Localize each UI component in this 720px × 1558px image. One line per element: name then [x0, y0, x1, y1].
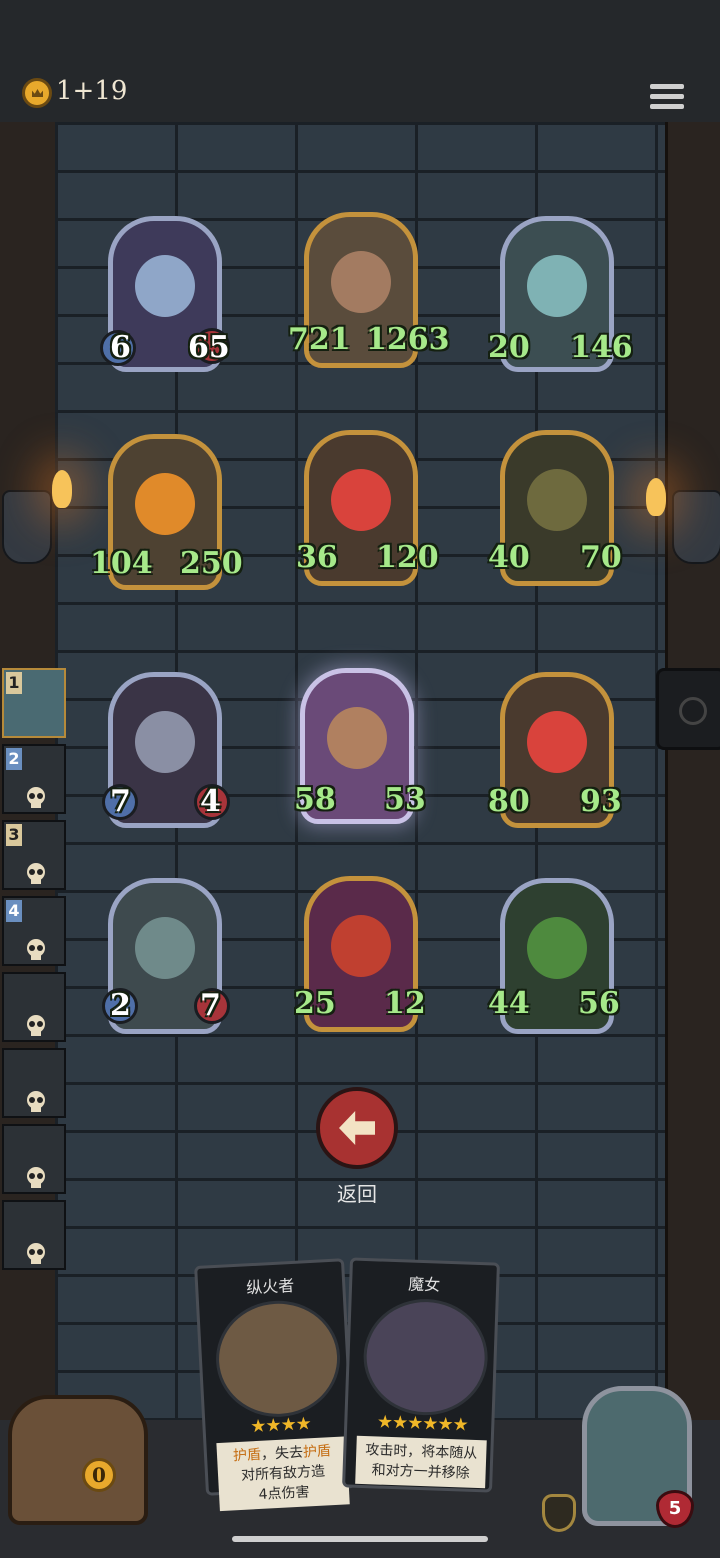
hand-card-art — [213, 1297, 344, 1420]
opponent-slot-1[interactable]: 1 — [2, 668, 66, 738]
player-attack: 25 — [294, 986, 336, 1021]
opponent-slot-2[interactable]: 2 — [2, 744, 66, 814]
opponent-slot-4[interactable]: 4 — [2, 896, 66, 966]
home-indicator[interactable] — [232, 1536, 488, 1542]
player-attack: 80 — [488, 784, 530, 819]
opponent-rank: 1 — [6, 672, 22, 694]
back-button-label: 返回 — [337, 1182, 377, 1206]
opponent-slot-8[interactable] — [2, 1200, 66, 1270]
enemy-attack: 20 — [488, 330, 530, 365]
torch-flame-icon — [646, 478, 666, 516]
player-health: 53 — [384, 782, 426, 817]
opponent-slot-3[interactable]: 3 — [2, 820, 66, 890]
enemy-health: 146 — [570, 330, 633, 365]
skull-icon — [27, 1091, 45, 1112]
hand-card-stars: ★★★★ — [249, 1413, 312, 1438]
enemy-attack: 36 — [296, 540, 338, 575]
player-attack: 7 — [110, 784, 131, 819]
opponent-slot-5[interactable] — [2, 972, 66, 1042]
player-health: 56 — [578, 986, 620, 1021]
hand-card[interactable]: 纵火者 ★★★★ 护盾，失去护盾 对所有敌方造 4点伤害 — [194, 1258, 356, 1512]
enemy-health: 250 — [180, 546, 243, 581]
torch-flame-icon — [52, 470, 72, 508]
enemy-attack: 721 — [288, 322, 351, 357]
coin-chest-icon[interactable] — [8, 1395, 148, 1525]
skull-icon — [27, 863, 45, 884]
enemy-attack: 40 — [488, 540, 530, 575]
hand-card-art — [361, 1297, 490, 1418]
hamburger-menu-icon[interactable] — [650, 84, 684, 116]
opponent-rank: 3 — [6, 824, 22, 846]
opponent-slot-6[interactable] — [2, 1048, 66, 1118]
skull-icon — [27, 939, 45, 960]
right-pillar — [665, 122, 720, 1422]
hand-card-description: 攻击时，将本随从 和对方一并移除 — [355, 1435, 487, 1489]
player-health: 93 — [580, 784, 622, 819]
right-sconce — [672, 490, 720, 564]
enemy-health: 1263 — [366, 322, 450, 357]
back-button[interactable] — [316, 1087, 398, 1169]
hero-power-icon[interactable] — [542, 1494, 576, 1532]
hand-card-name: 纵火者 — [245, 1275, 295, 1298]
player-health: 4 — [200, 784, 221, 819]
hand-card[interactable]: 魔女 ★★★★★★ 攻击时，将本随从 和对方一并移除 — [342, 1257, 500, 1493]
left-sconce — [2, 490, 52, 564]
hand-card-name: 魔女 — [407, 1274, 441, 1295]
enemy-health: 120 — [376, 540, 439, 575]
enemy-health: 65 — [188, 330, 230, 365]
opponent-slot-7[interactable] — [2, 1124, 66, 1194]
skull-icon — [27, 787, 45, 808]
door-latch — [656, 668, 720, 750]
enemy-health: 70 — [580, 540, 622, 575]
player-health: 7 — [200, 988, 221, 1023]
coin-count: 0 — [82, 1458, 116, 1492]
enemy-attack: 104 — [90, 546, 153, 581]
opponent-rank: 2 — [6, 748, 22, 770]
skull-icon — [27, 1243, 45, 1264]
crown-coin-icon — [22, 78, 52, 108]
player-attack: 58 — [294, 782, 336, 817]
hand-card-stars: ★★★★★★ — [376, 1411, 469, 1436]
skull-icon — [27, 1015, 45, 1036]
player-health: 12 — [384, 986, 426, 1021]
gold-counter: 1+19 — [56, 76, 128, 106]
skull-icon — [27, 1167, 45, 1188]
player-attack: 2 — [110, 988, 131, 1023]
opponent-rank: 4 — [6, 900, 22, 922]
enemy-attack: 6 — [110, 330, 131, 365]
player-attack: 44 — [488, 986, 530, 1021]
hand-card-description: 护盾，失去护盾 对所有敌方造 4点伤害 — [216, 1436, 350, 1512]
